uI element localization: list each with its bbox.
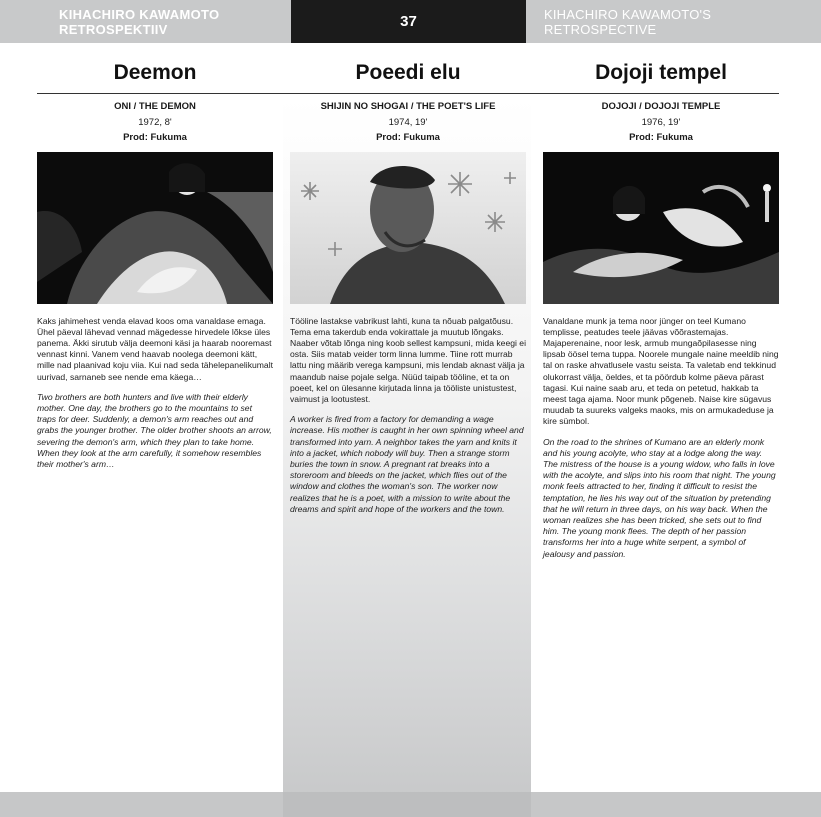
film-still-dojoji-tempel (543, 151, 779, 304)
film-still-poeedi-elu (290, 151, 526, 304)
year-length: 1976, 19' (641, 116, 681, 128)
page-header: KIHACHIRO KAWAMOTO RETROSPEKTIIV 37 KIHA… (0, 0, 821, 43)
producer: Prod: Fukuma (629, 132, 693, 143)
original-title: DOJOJI / DOJOJI TEMPLE (601, 101, 721, 112)
film-meta: SHIJIN NO SHOGAI / THE POET'S LIFE 1974,… (290, 99, 526, 146)
film-column-poeedi-elu: Poeedi elu SHIJIN NO SHOGAI / THE POET'S… (290, 52, 526, 515)
original-title: ONI / THE DEMON (114, 101, 196, 112)
film-title: Dojoji tempel (595, 61, 727, 84)
producer: Prod: Fukuma (123, 132, 187, 143)
producer: Prod: Fukuma (376, 132, 440, 143)
english-synopsis: Two brothers are both hunters and live w… (37, 391, 272, 469)
film-still-deemon (37, 151, 273, 304)
bottom-band-middle (283, 792, 531, 817)
year-length: 1974, 19' (388, 116, 428, 128)
film-meta: DOJOJI / DOJOJI TEMPLE 1976, 19' Prod: F… (543, 99, 779, 146)
header-right-title: KIHACHIRO KAWAMOTO'S RETROSPECTIVE (526, 0, 821, 43)
header-left-title: KIHACHIRO KAWAMOTO RETROSPEKTIIV (0, 0, 291, 43)
film-meta: ONI / THE DEMON 1972, 8' Prod: Fukuma (37, 99, 273, 146)
original-title: SHIJIN NO SHOGAI / THE POET'S LIFE (320, 101, 496, 112)
estonian-synopsis: Tööline lastakse vabrikust lahti, kuna t… (290, 315, 526, 404)
film-column-dojoji-tempel: Dojoji tempel DOJOJI / DOJOJI TEMPLE 197… (543, 52, 779, 560)
estonian-synopsis: Kaks jahimehest venda elavad koos oma va… (37, 315, 274, 382)
year-length: 1972, 8' (138, 116, 172, 128)
estonian-synopsis: Vanaldane munk ja tema noor jünger on te… (543, 315, 779, 427)
film-column-deemon: Deemon ONI / THE DEMON 1972, 8' Prod: Fu… (37, 52, 273, 470)
english-synopsis: A worker is fired from a factory for dem… (290, 414, 524, 514)
film-title: Poeedi elu (355, 61, 461, 84)
film-title: Deemon (113, 61, 197, 84)
english-synopsis: On the road to the shrines of Kumano are… (543, 436, 776, 559)
page-number: 37 (291, 0, 526, 43)
